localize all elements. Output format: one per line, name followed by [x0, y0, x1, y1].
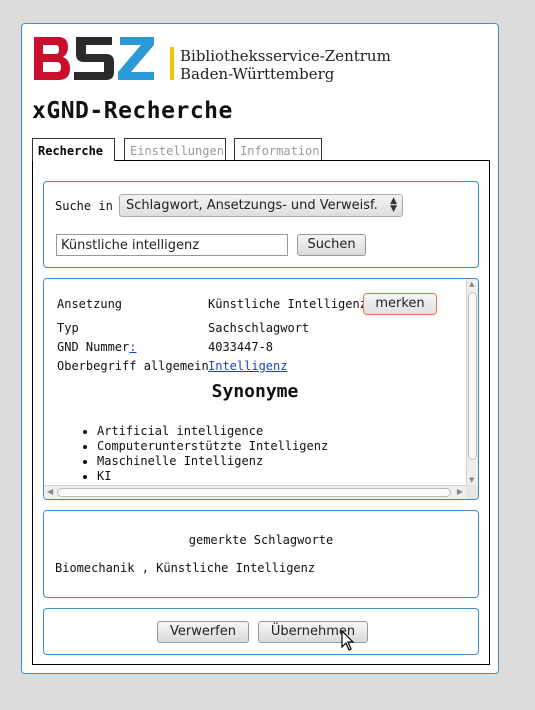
discard-button[interactable]: Verwerfen: [157, 621, 249, 643]
actions-box: Verwerfen Übernehmen: [43, 608, 479, 655]
select-updown-icon: ▲ ▼: [390, 196, 397, 214]
tab-information[interactable]: Information: [234, 138, 322, 160]
synonyms-list: Artificial intelligence Computerunterstü…: [79, 424, 328, 484]
org-name-line1: Bibliotheksservice-Zentrum: [180, 47, 391, 65]
tab-einstellungen[interactable]: Einstellungen: [124, 138, 226, 160]
scroll-down-icon[interactable]: ▼: [469, 476, 474, 484]
horizontal-scroll-thumb[interactable]: [57, 488, 451, 497]
search-button[interactable]: Suchen: [297, 234, 366, 256]
logo-accent-bar: [170, 47, 174, 80]
scroll-up-icon[interactable]: ▲: [469, 280, 474, 288]
synonym-item: Computerunterstützte Intelligenz: [97, 439, 328, 454]
synonym-item: Maschinelle Intelligenz: [97, 454, 328, 469]
result-key: GND Nummer:: [57, 340, 136, 354]
marked-terms-box: gemerkte Schlagworte Biomechanik , Künst…: [43, 510, 479, 598]
gnd-number-link[interactable]: :: [129, 340, 136, 354]
broader-term-link[interactable]: Intelligenz: [208, 359, 287, 373]
scroll-left-icon[interactable]: ◀: [47, 487, 53, 496]
result-key: Typ: [57, 321, 79, 335]
synonym-item: Artificial intelligence: [97, 424, 328, 439]
result-key: Ansetzung: [57, 297, 123, 311]
scroll-corner: [466, 485, 478, 499]
app-title: xGND-Recherche: [32, 98, 233, 124]
vertical-scrollbar[interactable]: ▲ ▼: [466, 279, 478, 485]
search-scope-value: Schlagwort, Ansetzungs- und Verweisf.: [126, 198, 378, 213]
bsz-logo: Bibliotheksservice-Zentrum Baden-Württem…: [32, 36, 392, 83]
tab-content: Suche in Schlagwort, Ansetzungs- und Ver…: [32, 160, 490, 665]
gnd-number-label: GND Nummer: [57, 340, 130, 354]
marked-terms-heading: gemerkte Schlagworte: [188, 533, 334, 547]
mouse-pointer-icon: [341, 630, 355, 651]
synonym-item: KI: [97, 469, 328, 484]
search-scope-select[interactable]: Schlagwort, Ansetzungs- und Verweisf. ▲ ▼: [119, 194, 403, 217]
search-input[interactable]: [56, 234, 288, 256]
marked-terms-list: Biomechanik , Künstliche Intelligenz: [55, 561, 316, 575]
result-value: Künstliche Intelligenz: [208, 297, 367, 311]
tab-recherche[interactable]: Recherche: [32, 138, 115, 161]
search-box: Suche in Schlagwort, Ansetzungs- und Ver…: [43, 181, 479, 268]
search-scope-label: Suche in: [55, 199, 113, 213]
bsz-logo-mark: [34, 37, 154, 80]
result-content: Ansetzung Künstliche Intelligenz merken …: [44, 279, 466, 485]
org-name-line2: Baden-Württemberg: [180, 65, 335, 83]
scroll-right-icon[interactable]: ▶: [457, 487, 463, 496]
vertical-scroll-thumb[interactable]: [468, 292, 477, 460]
result-key: Oberbegriff allgemein: [57, 359, 209, 373]
horizontal-scrollbar[interactable]: ◀ ▶: [44, 485, 466, 499]
result-value: Sachschlagwort: [208, 321, 310, 335]
result-box[interactable]: Ansetzung Künstliche Intelligenz merken …: [43, 278, 479, 500]
result-value: 4033447-8: [208, 340, 274, 354]
xgnd-panel: Bibliotheksservice-Zentrum Baden-Württem…: [21, 23, 499, 674]
bookmark-button[interactable]: merken: [363, 293, 437, 315]
synonyms-heading: Synonyme: [211, 381, 299, 402]
